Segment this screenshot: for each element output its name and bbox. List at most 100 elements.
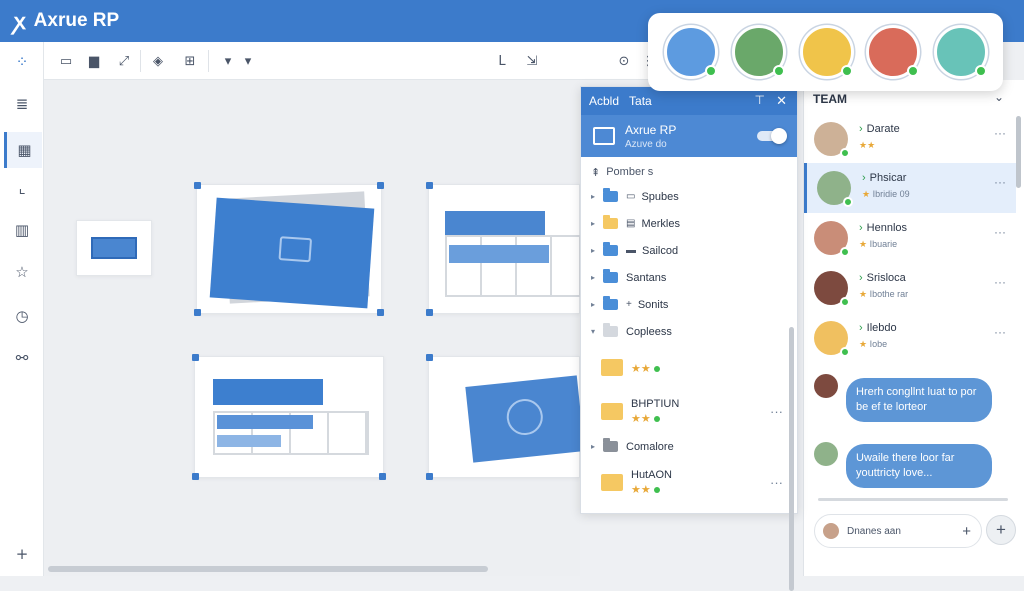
- connect-icon[interactable]: ⚯: [10, 346, 34, 370]
- selection-handle[interactable]: [379, 473, 386, 480]
- table-header-shape: [445, 211, 545, 235]
- table-widget-2[interactable]: [192, 354, 386, 480]
- canvas-horizontal-scrollbar[interactable]: [48, 566, 488, 572]
- collaborator-avatar[interactable]: [866, 25, 920, 79]
- tree-item[interactable]: ▸ ▬ Sailcod: [581, 237, 797, 264]
- add-button[interactable]: +: [986, 515, 1016, 545]
- more-options-icon[interactable]: ···: [994, 175, 1006, 189]
- team-member[interactable]: › Srisloca ★ Ibothe rar ···: [804, 263, 1016, 313]
- message-input[interactable]: Dnanes aan +: [814, 514, 982, 548]
- selection-handle[interactable]: [377, 182, 384, 189]
- selection-handle[interactable]: [426, 182, 433, 189]
- toolbar-divider: [140, 50, 141, 72]
- selection-handle[interactable]: [426, 354, 433, 361]
- pin-icon[interactable]: ⊙: [614, 51, 634, 71]
- online-status-icon: [653, 365, 660, 372]
- chat-scrollbar[interactable]: [818, 498, 1008, 501]
- small-widget[interactable]: [76, 220, 152, 276]
- tree-item[interactable]: ▸ Santans: [581, 264, 797, 291]
- table-icon[interactable]: ▥: [10, 218, 34, 242]
- more-options-icon[interactable]: ···: [994, 126, 1006, 140]
- tree-item[interactable]: ▸ + Sonits: [581, 291, 797, 318]
- folder-icon: [603, 242, 618, 256]
- tree-item[interactable]: ▸ Comalore: [581, 433, 797, 460]
- avatar: [814, 271, 850, 307]
- team-member[interactable]: › Ilebdo ★ Iobe ···: [804, 313, 1016, 363]
- caret-icon[interactable]: ▸: [591, 442, 595, 451]
- arrow-down-icon[interactable]: ▾: [218, 51, 238, 71]
- tree-item[interactable]: ▸ ▭ Spubes: [581, 183, 797, 210]
- close-icon[interactable]: ✕: [776, 93, 787, 109]
- more-options-icon[interactable]: ···: [770, 475, 783, 490]
- tab-acbld[interactable]: Acbld: [589, 94, 619, 108]
- team-member[interactable]: › Hennlos ★ Ibuarie ···: [804, 213, 1016, 263]
- selection-handle[interactable]: [426, 473, 433, 480]
- caret-icon[interactable]: ▸: [591, 192, 595, 201]
- table-widget[interactable]: [426, 182, 581, 316]
- rating-stars: ★★: [631, 362, 660, 375]
- selection-handle[interactable]: [377, 309, 384, 316]
- online-status-icon: [907, 65, 919, 77]
- tree-item[interactable]: ▸ ▤ Merkles: [581, 210, 797, 237]
- layout-icon[interactable]: ▦: [4, 132, 42, 168]
- more-options-icon[interactable]: ···: [994, 325, 1006, 339]
- chevron-down-icon[interactable]: ⌄: [994, 90, 1004, 104]
- more-options-icon[interactable]: ···: [770, 404, 783, 419]
- caret-icon[interactable]: ▸: [591, 300, 595, 309]
- text-icon[interactable]: Ⅼ: [492, 51, 512, 71]
- more-options-icon[interactable]: ···: [994, 275, 1006, 289]
- folder-icon[interactable]: ▆: [84, 51, 104, 71]
- folder-icon: [601, 358, 623, 376]
- collaborator-avatar[interactable]: [934, 25, 988, 79]
- pin-icon[interactable]: ⊤: [755, 93, 765, 107]
- caret-icon[interactable]: ▸: [591, 273, 595, 282]
- team-member[interactable]: › Darate ★★ ···: [804, 114, 1016, 164]
- more-options-icon[interactable]: ···: [994, 225, 1006, 239]
- frame-icon[interactable]: ▭: [56, 51, 76, 71]
- design-canvas[interactable]: [44, 80, 585, 576]
- collaborator-avatar[interactable]: [664, 25, 718, 79]
- selection-handle[interactable]: [426, 309, 433, 316]
- shield-icon[interactable]: ◈: [148, 51, 168, 71]
- caret-icon[interactable]: ▾: [591, 327, 595, 336]
- collaborator-avatar[interactable]: [800, 25, 854, 79]
- team-member[interactable]: › Phsicar ★ Ibridie 09 ···: [804, 163, 1016, 213]
- folder-icon: [603, 438, 618, 452]
- caret-icon[interactable]: ▸: [591, 246, 595, 255]
- panel-scrollbar[interactable]: [789, 327, 794, 591]
- tree-item-large[interactable]: BHPTIUN ★★ ···: [581, 389, 797, 433]
- table-header-shape: [213, 379, 323, 405]
- avatar: [814, 221, 850, 257]
- tab-tata[interactable]: Tata: [629, 94, 652, 108]
- grid-dots-icon[interactable]: ⁘: [10, 50, 34, 74]
- tree-item[interactable]: ▾ Copleess: [581, 318, 797, 345]
- filter-icon[interactable]: ≣: [10, 92, 34, 116]
- chart-icon[interactable]: ⌞: [10, 176, 34, 200]
- avatar: [814, 374, 838, 398]
- add-icon[interactable]: +: [10, 542, 34, 566]
- caret-icon[interactable]: ▸: [591, 219, 595, 228]
- selection-handle[interactable]: [194, 182, 201, 189]
- team-title: TEAM: [813, 92, 847, 106]
- selection-handle[interactable]: [192, 354, 199, 361]
- star-icon[interactable]: ☆: [10, 260, 34, 284]
- history-icon[interactable]: ◷: [10, 304, 34, 328]
- tree-item-large[interactable]: HutAON ★★ ···: [581, 460, 797, 504]
- target-widget[interactable]: [426, 354, 585, 480]
- grid-icon[interactable]: ⊞: [180, 51, 200, 71]
- online-status-icon: [843, 197, 853, 207]
- selection-handle[interactable]: [194, 309, 201, 316]
- link-icon[interactable]: ⤢: [114, 51, 134, 71]
- tree-item-large[interactable]: ★★: [581, 345, 797, 389]
- selection-handle[interactable]: [192, 473, 199, 480]
- section-header[interactable]: ⇞ Pomber s: [581, 161, 797, 183]
- attach-icon[interactable]: +: [962, 523, 971, 540]
- chevron-down-icon[interactable]: ▾: [238, 51, 258, 71]
- visibility-toggle[interactable]: [757, 128, 787, 144]
- collaborator-avatar[interactable]: [732, 25, 786, 79]
- selected-page-row[interactable]: Axrue RP Azuve do: [581, 115, 797, 157]
- team-scrollbar[interactable]: [1016, 116, 1021, 188]
- export-icon[interactable]: ⇲: [522, 51, 542, 71]
- folder-widget[interactable]: [194, 182, 384, 316]
- item-type-icon: ▬: [626, 245, 636, 256]
